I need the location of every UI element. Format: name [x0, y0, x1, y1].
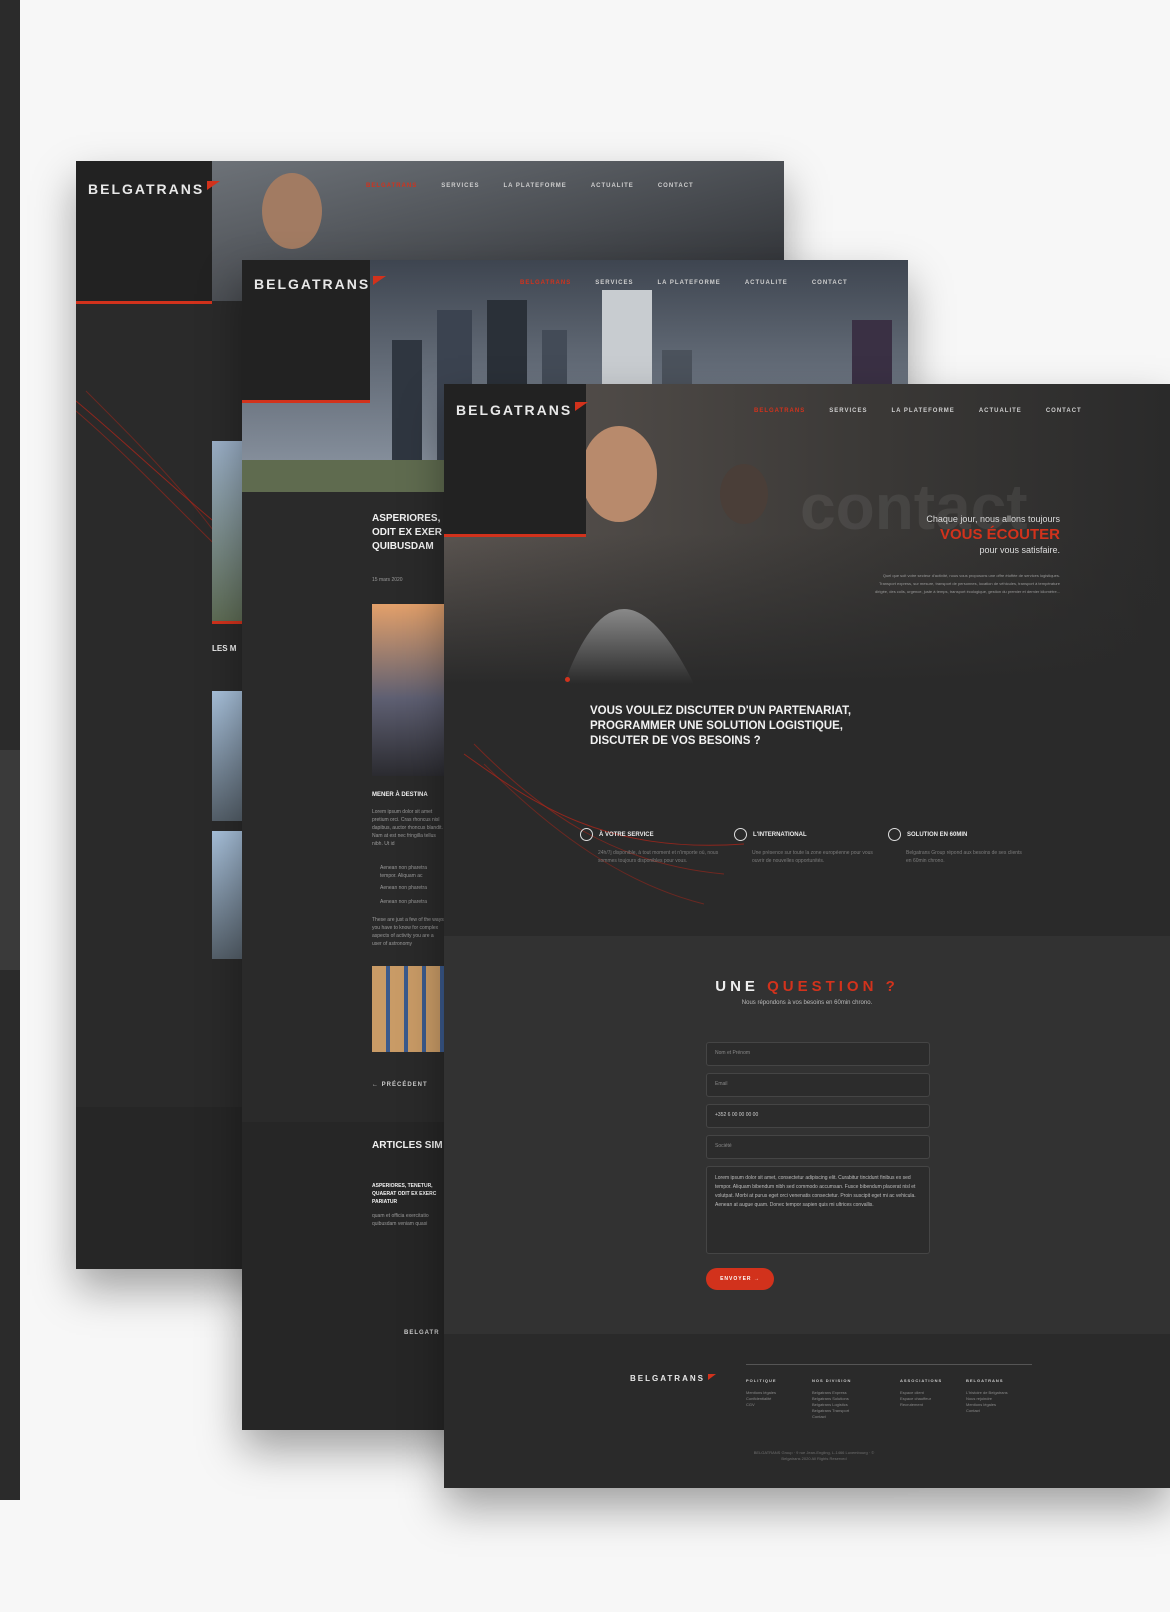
footer-link[interactable]: CGV [746, 1402, 808, 1408]
nav-item-contact[interactable]: CONTACT [658, 183, 694, 189]
similar-article-text: quam et officia exercitatio quibusdam ve… [372, 1213, 429, 1227]
footer-col-company: BELGATRANS L'histoire de Belgatrans Nous… [966, 1378, 1028, 1414]
tagline-line-3: pour vous satisfaire. [979, 545, 1060, 555]
brand-logo[interactable]: BELGATRANS [456, 402, 589, 418]
red-divider [212, 621, 242, 624]
message-textarea[interactable]: Lorem ipsum dolor sit amet, consectetur … [706, 1166, 930, 1254]
article-photo-meeting [372, 604, 444, 776]
name-field[interactable]: Nom et Prénom [706, 1042, 930, 1066]
copyright: BELGATRANS Group · 9 rue Jean-Engling, L… [753, 1450, 875, 1461]
nav-item-home[interactable]: BELGATRANS [754, 408, 805, 414]
email-field[interactable]: Email [706, 1073, 930, 1097]
article-date: 15 mars 2020 [372, 577, 403, 583]
nav-item-news[interactable]: ACTUALITE [979, 408, 1022, 414]
edge-band [0, 750, 20, 970]
section-heading-partial: LES M [212, 644, 237, 653]
send-button[interactable]: ENVOYER → [706, 1268, 774, 1290]
nav-item-services[interactable]: SERVICES [441, 183, 479, 189]
nav-item-home[interactable]: BELGATRANS [520, 280, 571, 286]
article-title: ASPERIORES, ODIT EX EXER QUIBUSDAM [372, 513, 443, 552]
phone-field[interactable]: +352 6 00 00 00 00 [706, 1104, 930, 1128]
brand-logo[interactable]: BELGATRANS [254, 276, 387, 292]
main-nav: BELGATRANS SERVICES LA PLATEFORME ACTUAL… [366, 183, 694, 189]
intro-paragraph: Quel que soit votre secteur d'activité, … [875, 573, 1060, 594]
tagline-line-1: Chaque jour, nous allons toujours [926, 514, 1060, 524]
feature-60min: SOLUTION EN 60MIN Belgatrans Group répon… [888, 828, 1028, 865]
brand-logo[interactable]: BELGATRANS [88, 181, 221, 197]
footer-logo: BELGATR [404, 1330, 440, 1336]
photo-strip-1 [212, 441, 242, 621]
article-body: Lorem ipsum dolor sit amet pretium orci.… [372, 809, 443, 847]
nav-item-news[interactable]: ACTUALITE [745, 280, 788, 286]
footer-col-associations: ASSOCIATIONS Espace client Espace chauff… [900, 1378, 962, 1408]
stopwatch-icon [580, 828, 593, 841]
nav-item-news[interactable]: ACTUALITE [591, 183, 634, 189]
company-field[interactable]: Société [706, 1135, 930, 1159]
nav-item-contact[interactable]: CONTACT [812, 280, 848, 286]
article-body-2: These are just a few of the ways you hav… [372, 917, 444, 947]
footer-link[interactable]: Contact [812, 1414, 874, 1420]
mockup-page-contact: BELGATRANS BELGATRANS SERVICES LA PLATEF… [444, 384, 1170, 1488]
article-photo-warehouse [372, 966, 444, 1052]
nav-item-platform[interactable]: LA PLATEFORME [503, 183, 566, 189]
article-bullet-3: Aenean non pharetra [380, 899, 427, 905]
footer-logo[interactable]: BELGATRANS [630, 1374, 716, 1383]
nav-item-platform[interactable]: LA PLATEFORME [891, 408, 954, 414]
nav-item-services[interactable]: SERVICES [595, 280, 633, 286]
footer: BELGATRANS POLITIQUE Mentions légales Co… [444, 1334, 1170, 1488]
footer-link[interactable]: Contact [966, 1408, 1028, 1414]
footer-divider [746, 1364, 1032, 1365]
stopwatch-icon [888, 828, 901, 841]
nav-item-services[interactable]: SERVICES [829, 408, 867, 414]
tagline-highlight: VOUS ÉCOUTER [939, 526, 1060, 543]
footer-col-policy: POLITIQUE Mentions légales Confidentiali… [746, 1378, 808, 1408]
main-nav: BELGATRANS SERVICES LA PLATEFORME ACTUAL… [754, 408, 1082, 414]
similar-articles-heading: ARTICLES SIM [372, 1140, 443, 1151]
prev-link[interactable]: ← PRÉCÉDENT [372, 1082, 428, 1088]
nav-item-home[interactable]: BELGATRANS [366, 183, 417, 189]
feature-international: L'INTERNATIONAL Une présence sur toute l… [734, 828, 874, 865]
footer-col-divisions: NOS DIVISION Belgatrans Express Belgatra… [812, 1378, 874, 1420]
background-page-edge [0, 0, 20, 1500]
footer-link[interactable]: Recrutement [900, 1402, 962, 1408]
form-title: UNE QUESTION ? [715, 978, 899, 995]
crosshair-marker [565, 677, 570, 682]
main-nav: BELGATRANS SERVICES LA PLATEFORME ACTUAL… [520, 280, 848, 286]
article-subheading: MENER À DESTINA [372, 792, 428, 798]
nav-item-contact[interactable]: CONTACT [1046, 408, 1082, 414]
cta-heading: VOUS VOULEZ DISCUTER D'UN PARTENARIAT, P… [590, 705, 852, 747]
similar-article-title[interactable]: ASPERIORES, TENETUR, QUAERAT ODIT EX EXE… [372, 1182, 444, 1206]
nav-item-platform[interactable]: LA PLATEFORME [657, 280, 720, 286]
article-bullet-2: Aenean non pharetra [380, 885, 427, 891]
photo-strip-2 [212, 691, 242, 821]
article-bullet-1: Aenean non pharetra tempor. Aliquam ac [380, 865, 427, 879]
form-subtitle: Nous répondons à vos besoins en 60min ch… [741, 1000, 873, 1006]
feature-availability: À VOTRE SERVICE 24h/7j disponible, à tou… [580, 828, 720, 865]
stopwatch-icon [734, 828, 747, 841]
photo-strip-3 [212, 831, 242, 959]
